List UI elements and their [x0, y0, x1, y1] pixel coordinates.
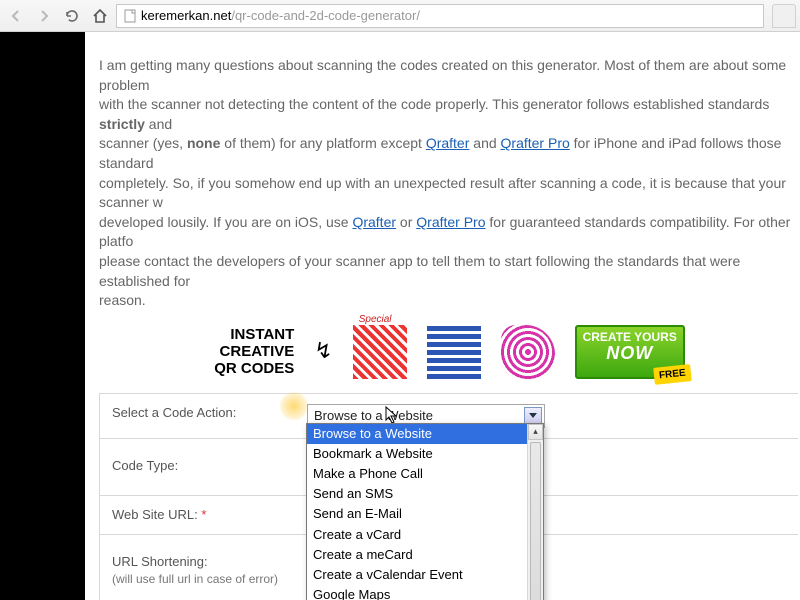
- promo-banner: INSTANT CREATIVE QR CODES ↯ Special CREA…: [99, 325, 800, 379]
- text: with the scanner not detecting the conte…: [99, 96, 769, 112]
- cta-free-badge: FREE: [653, 364, 691, 385]
- text: please contact the developers of your sc…: [99, 253, 740, 289]
- dropdown-option[interactable]: Google Maps: [307, 585, 543, 600]
- intro-paragraph: I am getting many questions about scanni…: [99, 56, 800, 311]
- text: of them) for any platform except: [220, 135, 425, 151]
- text: and: [469, 135, 500, 151]
- dropdown-option[interactable]: Bookmark a Website: [307, 444, 543, 464]
- code-action-dropdown[interactable]: Browse to a WebsiteBookmark a WebsiteMak…: [306, 423, 544, 600]
- content-area: I am getting many questions about scanni…: [85, 32, 800, 600]
- scroll-up-button[interactable]: ▴: [528, 424, 543, 440]
- dropdown-option[interactable]: Create a vCard: [307, 525, 543, 545]
- text: scanner (yes,: [99, 135, 187, 151]
- qr-sample-pink: [501, 325, 555, 379]
- link-qrafter-pro[interactable]: Qrafter Pro: [501, 135, 570, 151]
- left-sidebar-band: [0, 32, 85, 600]
- label-web-url: Web Site URL: *: [100, 496, 295, 534]
- text: QR CODES: [214, 360, 294, 377]
- dropdown-option[interactable]: Send an SMS: [307, 484, 543, 504]
- link-qrafter-pro[interactable]: Qrafter Pro: [416, 214, 485, 230]
- dropdown-scrollbar[interactable]: ▴ ▾: [527, 424, 543, 600]
- label-code-action: Select a Code Action:: [100, 394, 295, 438]
- text: I am getting many questions about scanni…: [99, 57, 786, 93]
- url-path: /qr-code-and-2d-code-generator/: [231, 8, 420, 23]
- text-strong: strictly: [99, 116, 145, 132]
- dropdown-option[interactable]: Make a Phone Call: [307, 464, 543, 484]
- text: completely. So, if you somehow end up wi…: [99, 175, 786, 211]
- dropdown-option[interactable]: Browse to a Website: [307, 424, 543, 444]
- text: or: [396, 214, 416, 230]
- text: and: [145, 116, 172, 132]
- link-qrafter[interactable]: Qrafter: [426, 135, 470, 151]
- text-sub: (will use full url in case of error): [112, 571, 283, 588]
- cta-now: NOW: [579, 344, 681, 364]
- cta-top: CREATE YOURS: [579, 331, 681, 344]
- new-tab-stub[interactable]: [772, 4, 796, 28]
- forward-button[interactable]: [32, 4, 56, 28]
- dropdown-option[interactable]: Create a vCalendar Event: [307, 565, 543, 585]
- dropdown-option[interactable]: Create a meCard: [307, 545, 543, 565]
- qr-sample-red: Special: [353, 325, 407, 379]
- back-button[interactable]: [4, 4, 28, 28]
- text: Special: [359, 313, 392, 327]
- text: CREATIVE: [214, 343, 294, 360]
- browser-toolbar: keremerkan.net/qr-code-and-2d-code-gener…: [0, 0, 800, 32]
- page: I am getting many questions about scanni…: [0, 32, 800, 600]
- label-url-shortening: URL Shortening: (will use full url in ca…: [100, 535, 295, 600]
- text-strong: none: [187, 135, 220, 151]
- label-code-type: Code Type:: [100, 439, 295, 495]
- text: URL Shortening:: [112, 553, 283, 571]
- text: developed lousily. If you are on iOS, us…: [99, 214, 352, 230]
- scroll-thumb[interactable]: [530, 442, 541, 600]
- link-qrafter[interactable]: Qrafter: [352, 214, 396, 230]
- arrow-icon: ↯: [314, 336, 332, 367]
- text: Web Site URL:: [112, 507, 198, 522]
- required-marker: *: [198, 507, 207, 522]
- qr-sample-blue: [427, 325, 481, 379]
- cta-button[interactable]: CREATE YOURS NOW FREE: [575, 325, 685, 379]
- address-bar[interactable]: keremerkan.net/qr-code-and-2d-code-gener…: [116, 4, 764, 28]
- banner-text: INSTANT CREATIVE QR CODES: [214, 326, 294, 378]
- home-button[interactable]: [88, 4, 112, 28]
- url-domain: keremerkan.net: [141, 8, 231, 23]
- dropdown-option[interactable]: Send an E-Mail: [307, 504, 543, 524]
- reload-button[interactable]: [60, 4, 84, 28]
- text: INSTANT: [214, 326, 294, 343]
- dropdown-list: Browse to a WebsiteBookmark a WebsiteMak…: [307, 424, 543, 600]
- generator-form: Select a Code Action: Browse to a Websit…: [99, 393, 798, 600]
- text: reason.: [99, 292, 146, 308]
- page-icon: [123, 9, 137, 23]
